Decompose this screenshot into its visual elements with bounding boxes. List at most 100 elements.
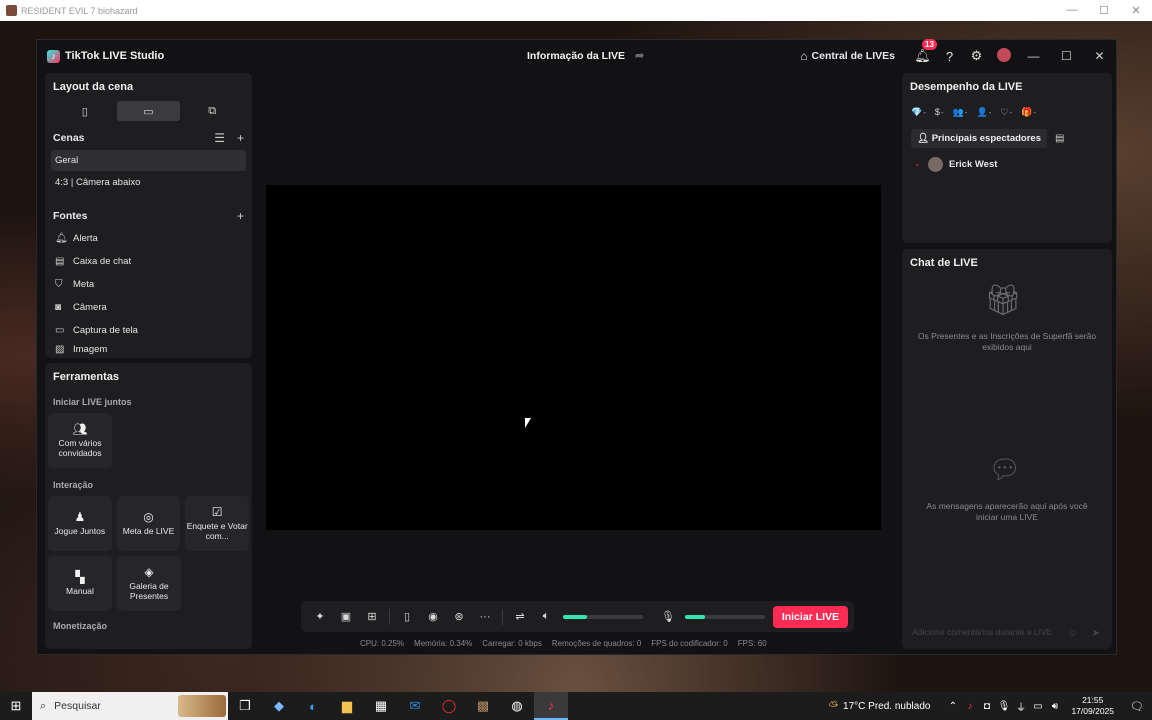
tools-section-monetization: Monetização (53, 621, 108, 631)
source-item-goal[interactable]: ⛉ Meta (45, 273, 252, 296)
home-icon: ⌂ (800, 49, 808, 63)
layout-portrait-button[interactable]: ▯ (53, 101, 117, 121)
game-taskbar-icon[interactable]: ▩ (466, 692, 500, 720)
layout-dual-button[interactable]: ⧉ (180, 101, 244, 121)
emoji-icon[interactable]: ☺ (1067, 628, 1077, 639)
layout-landscape-button[interactable]: ▭ (116, 101, 181, 121)
add-scene-button[interactable]: + (237, 131, 244, 145)
scene-item-camera-below[interactable]: 4:3 | Câmera abaixo (51, 172, 246, 193)
viewers-metric[interactable]: 👥- (953, 107, 968, 118)
notification-center-icon[interactable]: 🗨︎ (1122, 700, 1152, 713)
more-icon[interactable]: ··· (472, 611, 498, 623)
task-view-icon[interactable]: ❐ (228, 692, 262, 720)
chat-comment-input[interactable]: Adicione comentários durante a LIVE (912, 627, 1052, 637)
source-item-chat-box[interactable]: ▤ Caixa de chat (45, 250, 252, 273)
studio-close-button[interactable]: ✕ (1083, 49, 1116, 63)
settings-gear-icon[interactable]: ⚙ (963, 48, 990, 64)
live-info-button[interactable]: Informação da LIVE ➦ (527, 49, 644, 63)
start-live-button[interactable]: Iniciar LIVE (772, 605, 848, 628)
tool-play-together[interactable]: ♟ Jogue Juntos (48, 496, 112, 551)
followers-metric[interactable]: 👤- (976, 107, 991, 118)
likes-metric[interactable]: ♡- (1000, 107, 1012, 118)
mic-volume-slider[interactable] (685, 614, 765, 619)
source-item-image[interactable]: ▨ Imagem (45, 342, 252, 356)
volume-icon[interactable]: 🔊︎ (1046, 701, 1063, 712)
effects-icon[interactable]: ▣ (333, 610, 359, 623)
tool-gift-gallery[interactable]: ◈ Galeria de Presentes (117, 556, 181, 611)
chat-title: Chat de LIVE (910, 257, 978, 269)
studio-minimize-button[interactable]: — (1017, 49, 1050, 63)
diamonds-metric[interactable]: 💎- (911, 107, 926, 118)
stat-fps: FPS: 60 (737, 639, 767, 648)
magic-wand-icon[interactable]: ✦ (307, 610, 333, 623)
tool-live-goal[interactable]: ◎ Meta de LIVE (116, 496, 181, 551)
tab-top-viewers[interactable]: 👤︎ Principais espectadores (911, 129, 1048, 148)
tool-manual[interactable]: ▚ Manual (48, 556, 112, 611)
live-chat-panel: Chat de LIVE 🎁︎ Os Presentes e as Inscri… (902, 249, 1112, 649)
network-icon[interactable]: ▭ (1029, 701, 1046, 712)
chevron-up-icon[interactable]: ⌃ (944, 701, 961, 712)
notifications-bell-icon[interactable]: 🔔︎ 13 (909, 39, 937, 64)
taskbar-search[interactable]: ⌕ Pesquisar (32, 692, 228, 720)
phone-icon[interactable]: ▯ (394, 610, 420, 623)
scene-list-icon[interactable]: ☰ (214, 131, 225, 145)
live-info-label: Informação da LIVE (527, 49, 626, 62)
gifts-metric[interactable]: 🎁- (1021, 107, 1036, 118)
help-icon[interactable]: ? (936, 49, 963, 64)
tiktok-studio-taskbar-icon[interactable]: ♪ (534, 692, 568, 720)
file-explorer-icon[interactable]: ▆ (330, 692, 364, 720)
record-icon[interactable]: ◉ (420, 610, 446, 623)
layout-grid-icon[interactable]: ⊞ (359, 610, 385, 623)
minimize-button[interactable]: — (1056, 4, 1088, 17)
speaker-icon[interactable]: 🔈︎ (533, 610, 559, 623)
tray-app-icon[interactable]: ◘ (978, 701, 995, 712)
profile-avatar[interactable] (990, 47, 1017, 65)
usb-icon[interactable]: ⏚ (1012, 699, 1029, 714)
audio-settings-icon[interactable]: ⇌ (507, 610, 533, 623)
obs-icon[interactable]: ◍ (500, 692, 534, 720)
stream-preview-canvas[interactable] (266, 185, 881, 530)
source-item-screen-capture[interactable]: ▭ Captura de tela (45, 319, 252, 342)
tiktok-tray-icon[interactable]: ♪ (961, 701, 978, 712)
central-lives-button[interactable]: ⌂ Central de LIVEs (800, 49, 895, 63)
opera-icon[interactable]: ◯ (432, 692, 466, 720)
viewer-row[interactable]: - Erick West (902, 157, 1112, 172)
monitor-icon: ▭ (55, 325, 65, 336)
add-source-button[interactable]: + (237, 209, 244, 223)
tool-multi-guest[interactable]: 👥︎ Com vários convidados (48, 413, 112, 468)
outlook-icon[interactable]: ✉ (398, 692, 432, 720)
copilot-icon[interactable]: ◆ (262, 692, 296, 720)
viewer-avatar (928, 157, 943, 172)
source-item-camera[interactable]: ◙ Câmera (45, 296, 252, 319)
coins-metric[interactable]: $- (935, 107, 944, 117)
performance-stats: CPU: 0.25% Memória: 0.34% Carregar: 0 kb… (360, 639, 767, 648)
viewer-name: Erick West (949, 159, 998, 170)
mic-tray-icon[interactable]: 🎙︎ (995, 701, 1012, 712)
tools-title: Ferramentas (53, 371, 120, 383)
tool-label: Enquete e Votar com... (186, 520, 248, 541)
mic-volume-fill (685, 614, 705, 619)
game-icon (6, 5, 17, 16)
send-icon[interactable]: ➤ (1092, 628, 1100, 639)
speaker-volume-slider[interactable] (563, 614, 643, 619)
tool-poll[interactable]: ☑ Enquete e Votar com... (185, 496, 250, 551)
scene-item-geral[interactable]: Geral (51, 150, 246, 171)
weather-widget[interactable]: ⛅︎ 17°C Pred. nublado (828, 699, 930, 714)
sources-title: Fontes (53, 210, 88, 222)
studio-titlebar: ♪ TikTok LIVE Studio Informação da LIVE … (37, 39, 1116, 72)
studio-maximize-button[interactable]: ☐ (1050, 49, 1083, 63)
divider (389, 608, 390, 625)
maximize-button[interactable]: ☐ (1088, 4, 1120, 17)
tool-label: Meta de LIVE (122, 525, 175, 536)
edge-browser-icon[interactable]: ◐ (296, 692, 330, 720)
microphone-icon[interactable]: 🎙︎ (655, 610, 681, 623)
share-icon[interactable]: ➦ (635, 49, 644, 62)
microsoft-store-icon[interactable]: ▦ (364, 692, 398, 720)
close-button[interactable]: ✕ (1120, 4, 1152, 17)
tab-list-icon[interactable]: ▤ (1055, 133, 1064, 144)
clock[interactable]: 21:55 17/09/2025 (1071, 695, 1114, 717)
windows-start-icon[interactable]: ⊞ (0, 698, 32, 714)
source-item-alert[interactable]: 🔔︎ Alerta (45, 227, 252, 250)
replay-icon[interactable]: ⊛ (446, 610, 472, 623)
clock-time: 21:55 (1082, 695, 1104, 705)
